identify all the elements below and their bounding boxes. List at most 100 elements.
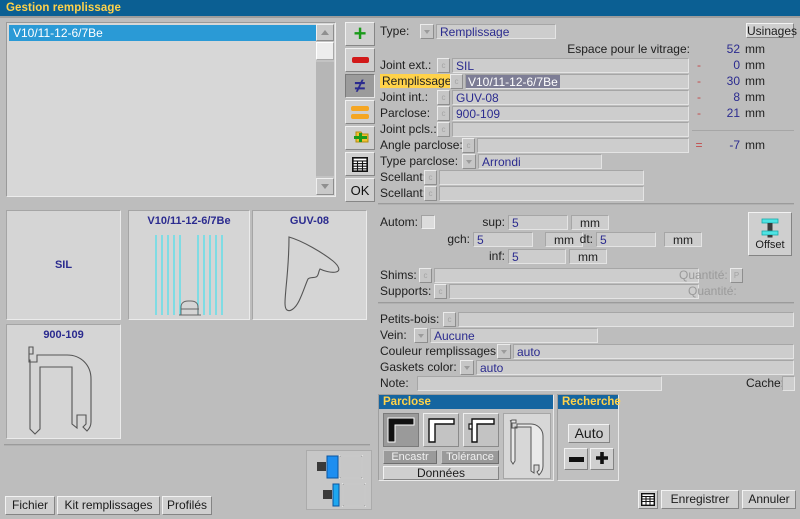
thumbnail-guv08-label: GUV-08 — [289, 215, 330, 227]
joint-int-unit: mm — [745, 90, 765, 104]
espace-vitrage-value: 52 — [726, 42, 740, 56]
vein-field[interactable]: Aucune — [430, 328, 598, 343]
profile-view-icon-1 — [317, 455, 363, 479]
joint-int-label: Joint int.: — [380, 90, 429, 104]
remplissage-list[interactable]: V10/11-12-6/7Be — [6, 22, 336, 197]
remove-button[interactable] — [345, 48, 375, 72]
view-mode-icons — [306, 450, 372, 510]
parclose-profile-drawing — [509, 419, 544, 476]
corner-thin-icon — [428, 418, 455, 443]
list-scrollbar[interactable] — [316, 24, 334, 195]
scellant-1-field[interactable] — [439, 170, 644, 185]
donnees-button[interactable]: Données — [383, 466, 499, 480]
table-grid-icon — [641, 493, 655, 506]
swap-button[interactable]: ≠ — [345, 74, 375, 98]
joint-ext-c-button[interactable]: c — [437, 58, 450, 73]
joint-ext-field[interactable]: SIL — [452, 58, 689, 73]
sup-field[interactable]: 5 — [508, 215, 568, 230]
auto-button[interactable]: Auto — [568, 424, 610, 443]
add-button[interactable]: + — [345, 22, 375, 46]
increment-button[interactable] — [590, 448, 614, 470]
parclose-c-button[interactable]: c — [437, 106, 450, 121]
add-folder-button[interactable] — [345, 126, 375, 150]
shims-field[interactable] — [434, 268, 699, 283]
view-mode-button-1[interactable] — [311, 453, 369, 481]
view-mode-button-2[interactable] — [317, 481, 375, 509]
supports-field[interactable] — [449, 284, 699, 299]
plus-icon: + — [353, 21, 367, 46]
petits-bois-field[interactable] — [458, 312, 794, 327]
dt-unit: mm — [664, 232, 702, 247]
inf-field[interactable]: 5 — [508, 249, 566, 264]
scellant-2-field[interactable] — [439, 186, 644, 201]
equal-button[interactable] — [345, 100, 375, 124]
angle-parclose-separator: = — [695, 138, 703, 152]
dt-field[interactable]: 5 — [596, 232, 656, 247]
scrollbar-track[interactable] — [316, 62, 334, 176]
angle-parclose-label: Angle parclose: — [380, 138, 463, 152]
type-parclose-combo-arrow-icon[interactable] — [462, 154, 476, 169]
profiles-button[interactable]: Profilés — [162, 496, 212, 515]
scellant-1-c-button[interactable]: c — [424, 170, 437, 185]
supports-label: Supports: — [380, 284, 432, 298]
joint-int-field[interactable]: GUV-08 — [452, 90, 689, 105]
type-combo-arrow-icon[interactable] — [420, 24, 434, 39]
minus-icon — [351, 57, 369, 63]
supports-c-button[interactable]: c — [434, 284, 447, 299]
gaskets-color-field[interactable]: auto — [476, 360, 794, 375]
parclose-field[interactable]: 900-109 — [452, 106, 689, 121]
usinages-button[interactable]: Usinages — [746, 23, 797, 38]
type-field[interactable]: Remplissage — [436, 24, 556, 39]
cache-field[interactable] — [782, 376, 795, 391]
offset-button[interactable]: Offset — [748, 212, 792, 256]
fichier-button[interactable]: Fichier — [5, 496, 55, 515]
thumbnail-v10[interactable]: V10/11-12-6/7Be — [128, 210, 250, 320]
scellant-2-c-button[interactable]: c — [424, 186, 437, 201]
tolerance-button[interactable]: Tolérance — [441, 450, 499, 464]
gaskets-combo-arrow-icon[interactable] — [460, 360, 474, 375]
annuler-button[interactable]: Annuler — [742, 490, 796, 509]
couleur-remplissages-field[interactable]: auto — [513, 344, 794, 359]
scroll-up-arrow-icon[interactable] — [316, 24, 334, 41]
autom-checkbox[interactable] — [421, 215, 435, 229]
parclose-shape-button-2[interactable] — [463, 413, 499, 447]
table-view-button[interactable] — [638, 490, 658, 509]
enregistrer-button[interactable]: Enregistrer — [661, 490, 739, 509]
remplissage-c-button[interactable]: c — [450, 74, 463, 89]
thumbnail-sil[interactable]: SIL — [6, 210, 121, 320]
note-field[interactable] — [417, 376, 662, 391]
decrement-button[interactable] — [564, 448, 588, 470]
joint-ext-separator: - — [697, 58, 701, 72]
petits-bois-c-button[interactable]: c — [443, 312, 456, 327]
joint-pcls-field[interactable] — [452, 122, 689, 137]
table-grid-icon — [352, 156, 368, 172]
encastr-button[interactable]: Encastr — [383, 450, 437, 464]
ok-button[interactable]: OK — [345, 178, 375, 202]
minus-icon — [568, 456, 584, 462]
scroll-down-arrow-icon[interactable] — [316, 178, 334, 195]
couleur-combo-arrow-icon[interactable] — [497, 344, 511, 359]
remplissage-field[interactable]: V10/11-12-6/7Be — [465, 74, 689, 89]
type-parclose-field[interactable]: Arrondi — [478, 154, 602, 169]
joint-int-c-button[interactable]: c — [437, 90, 450, 105]
shims-c-button[interactable]: c — [419, 268, 432, 283]
gch-field[interactable]: 5 — [473, 232, 533, 247]
thumbnail-900109[interactable]: 900-109 — [6, 324, 121, 439]
espace-vitrage-unit: mm — [745, 42, 765, 56]
window-title-bar: Gestion remplissage — [0, 0, 800, 16]
angle-parclose-field[interactable] — [477, 138, 689, 153]
table-button[interactable] — [345, 152, 375, 176]
shims-quantite-field[interactable]: P — [730, 268, 743, 283]
thumbnail-guv08[interactable]: GUV-08 — [252, 210, 367, 320]
corner-step-icon — [468, 418, 495, 443]
joint-pcls-c-button[interactable]: c — [437, 122, 450, 137]
parclose-shape-button-1[interactable] — [423, 413, 459, 447]
vein-combo-arrow-icon[interactable] — [414, 328, 428, 343]
list-item[interactable]: V10/11-12-6/7Be — [9, 25, 319, 41]
angle-parclose-c-button[interactable]: c — [462, 138, 475, 153]
scrollbar-thumb[interactable] — [316, 42, 334, 60]
kit-remplissages-button[interactable]: Kit remplissages — [57, 496, 160, 515]
parclose-shape-button-0[interactable] — [383, 413, 419, 447]
shims-label: Shims: — [380, 268, 417, 282]
remplissage-field-value: V10/11-12-6/7Be — [466, 74, 560, 89]
